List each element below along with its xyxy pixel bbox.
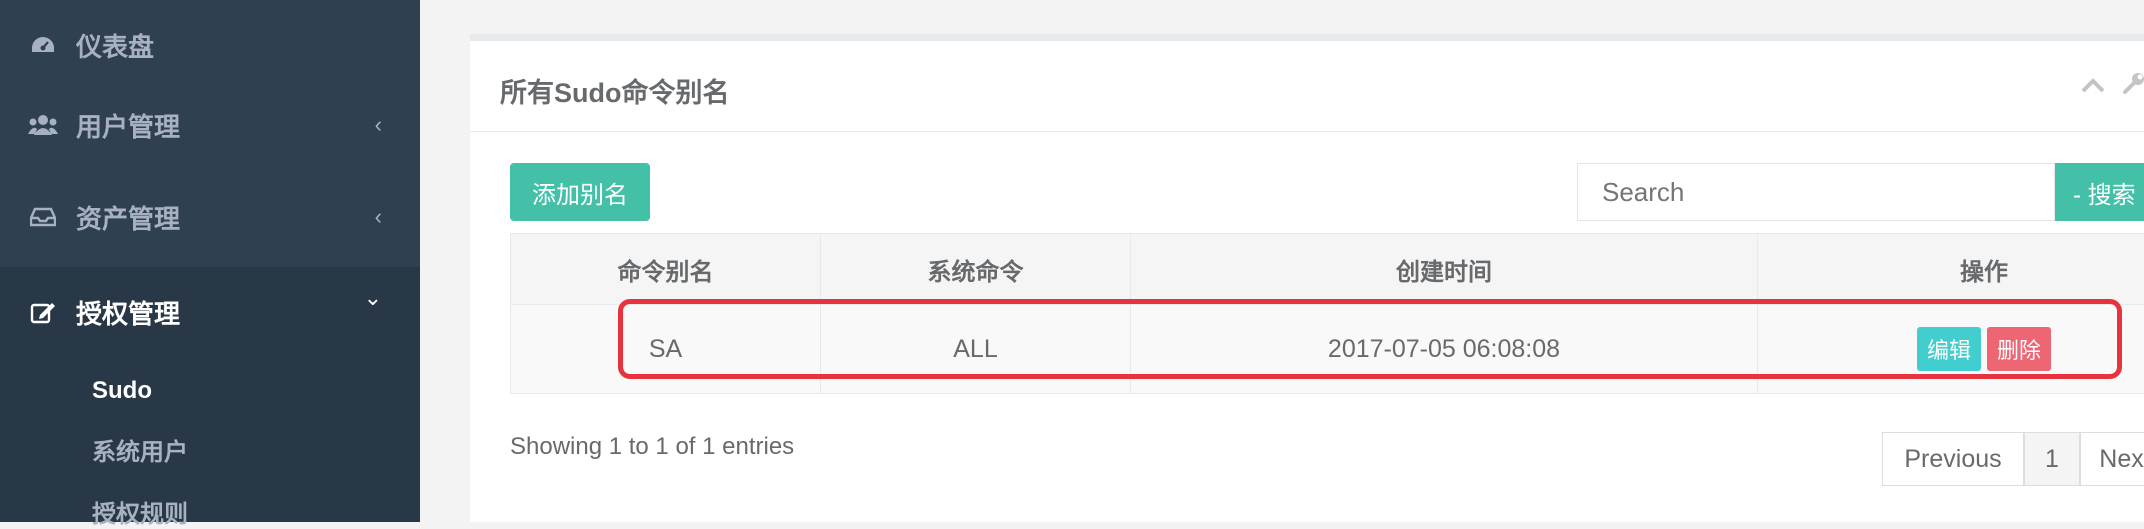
users-icon	[28, 110, 58, 140]
chevron-left-icon: ‹	[375, 204, 382, 230]
entries-info: Showing 1 to 1 of 1 entries	[510, 433, 794, 461]
panel-title: 所有Sudo命令别名	[500, 71, 730, 110]
pagination: Previous 1 Next	[1882, 432, 2144, 486]
table-header-row: 命令别名 系统命令 创建时间 操作	[511, 234, 2144, 305]
sidebar-item-dashboard[interactable]: 仪表盘	[0, 0, 420, 90]
column-header[interactable]: 创建时间	[1131, 234, 1758, 305]
sidebar-item-label: 用户管理	[76, 107, 180, 144]
previous-button[interactable]: Previous	[1882, 432, 2024, 486]
sidebar-item-label: 资产管理	[76, 199, 180, 236]
search-input[interactable]	[1577, 163, 2055, 221]
page-1-button[interactable]: 1	[2024, 432, 2080, 486]
chevron-up-icon[interactable]	[2080, 71, 2106, 102]
wrench-icon[interactable]	[2122, 71, 2144, 102]
edit-icon	[28, 297, 58, 327]
chevron-down-icon: ⌄	[364, 285, 382, 311]
sidebar-item-user-management[interactable]: 用户管理 ‹	[0, 80, 420, 170]
main-panel: 所有Sudo命令别名 添加别名 - 搜索 命令别名 系统命令 创建时间 操作 S…	[470, 41, 2144, 522]
next-button[interactable]: Next	[2080, 432, 2144, 486]
chevron-left-icon: ‹	[375, 112, 382, 138]
dashboard-icon	[28, 30, 58, 60]
submenu-item-sudo[interactable]: Sudo	[92, 377, 152, 405]
column-header[interactable]: 命令别名	[511, 234, 821, 305]
sidebar-item-label: 仪表盘	[76, 27, 154, 64]
submenu	[0, 357, 420, 522]
panel-top-border	[470, 34, 2144, 41]
sidebar-item-asset-management[interactable]: 资产管理 ‹	[0, 172, 420, 262]
submenu-item-auth-rules[interactable]: 授权规则	[92, 494, 188, 529]
sidebar-item-authorization[interactable]: 授权管理 ⌄	[0, 267, 420, 357]
sidebar-item-label: 授权管理	[76, 294, 180, 331]
column-header: 操作	[1758, 234, 2144, 305]
sidebar: 仪表盘 用户管理 ‹ 资产管理 ‹ 授权管理 ⌄ Sudo 系统用户 授权规则	[0, 0, 420, 522]
submenu-item-system-users[interactable]: 系统用户	[92, 432, 188, 467]
column-header[interactable]: 系统命令	[821, 234, 1131, 305]
inbox-icon	[28, 202, 58, 232]
search-button[interactable]: - 搜索	[2055, 163, 2144, 221]
panel-header: 所有Sudo命令别名	[470, 41, 2144, 132]
add-alias-button[interactable]: 添加别名	[510, 163, 650, 221]
highlight-annotation	[618, 299, 2122, 379]
